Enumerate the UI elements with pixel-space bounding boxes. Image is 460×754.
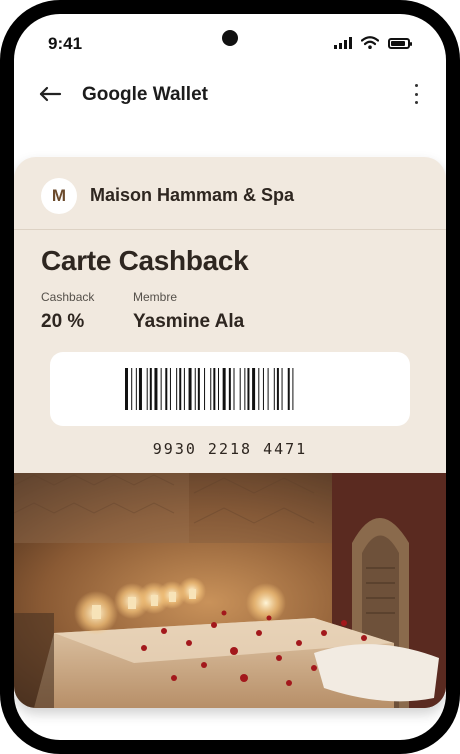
barcode-bar	[228, 368, 231, 410]
battery-icon	[388, 38, 412, 49]
hammam-spa-photo	[14, 473, 446, 708]
barcode-bar	[244, 368, 246, 410]
member-value: Yasmine Ala	[133, 311, 245, 332]
arrow-left-icon[interactable]	[36, 80, 64, 108]
app-title: Google Wallet	[82, 84, 208, 105]
barcode-bar	[262, 368, 264, 410]
barcode-bar	[233, 368, 235, 410]
wallet-pass-card[interactable]: M Maison Hammam & Spa Carte Cashback Cas…	[14, 157, 446, 708]
barcode-bar	[131, 368, 133, 410]
barcode-bar	[210, 368, 212, 410]
status-icons	[334, 36, 412, 49]
pass-title: Carte Cashback	[41, 245, 249, 276]
barcode-bar	[149, 368, 152, 410]
barcode-bar	[218, 368, 219, 410]
barcode-bar	[273, 368, 275, 410]
barcode-bar	[197, 368, 200, 410]
phone-frame: 9:41 Google Wallet M Maison Hammam & Spa…	[0, 0, 460, 754]
barcode	[125, 368, 294, 410]
barcode-bar	[247, 368, 250, 410]
barcode-bar	[179, 368, 182, 410]
barcode-bar	[213, 368, 216, 410]
member-field: Membre Yasmine Ala	[133, 290, 244, 333]
more-vert-icon[interactable]	[406, 82, 426, 106]
barcode-bar	[188, 368, 192, 410]
barcode-bar	[287, 368, 290, 410]
barcode-number: 9930 2218 4471	[152, 440, 308, 458]
wifi-icon	[361, 36, 379, 49]
barcode-bar	[154, 368, 158, 410]
barcode-bar	[165, 368, 168, 410]
front-camera	[222, 30, 238, 46]
barcode-bar	[292, 368, 294, 410]
barcode-bar	[258, 368, 260, 410]
signal-icon	[334, 37, 352, 49]
barcode-container[interactable]	[50, 352, 410, 426]
status-time: 9:41	[48, 34, 83, 53]
status-bar: 9:41	[14, 14, 446, 70]
barcode-bar	[252, 368, 256, 410]
member-label: Membre	[133, 290, 178, 304]
barcode-bar	[276, 368, 279, 410]
barcode-bar	[138, 368, 142, 410]
barcode-bar	[183, 368, 185, 410]
barcode-bar	[125, 368, 128, 410]
barcode-bar	[176, 368, 178, 410]
barcode-bar	[169, 368, 171, 410]
phone-screen: 9:41 Google Wallet M Maison Hammam & Spa…	[14, 14, 446, 740]
merchant-logo: M	[41, 178, 77, 214]
barcode-bar	[239, 368, 241, 410]
pass-header: M Maison Hammam & Spa	[14, 157, 446, 230]
cashback-label: Cashback	[41, 290, 95, 304]
barcode-bar	[135, 368, 137, 410]
app-bar: Google Wallet	[14, 74, 446, 114]
cashback-value: 20 %	[41, 311, 85, 332]
barcode-bar	[222, 368, 226, 410]
barcode-bar	[267, 368, 269, 410]
barcode-bar	[160, 368, 162, 410]
barcode-bar	[204, 368, 206, 410]
cashback-field: Cashback 20 %	[41, 290, 94, 333]
merchant-name: Maison Hammam & Spa	[90, 185, 295, 205]
barcode-bar	[146, 368, 148, 410]
barcode-bar	[281, 368, 283, 410]
barcode-bar	[194, 368, 196, 410]
